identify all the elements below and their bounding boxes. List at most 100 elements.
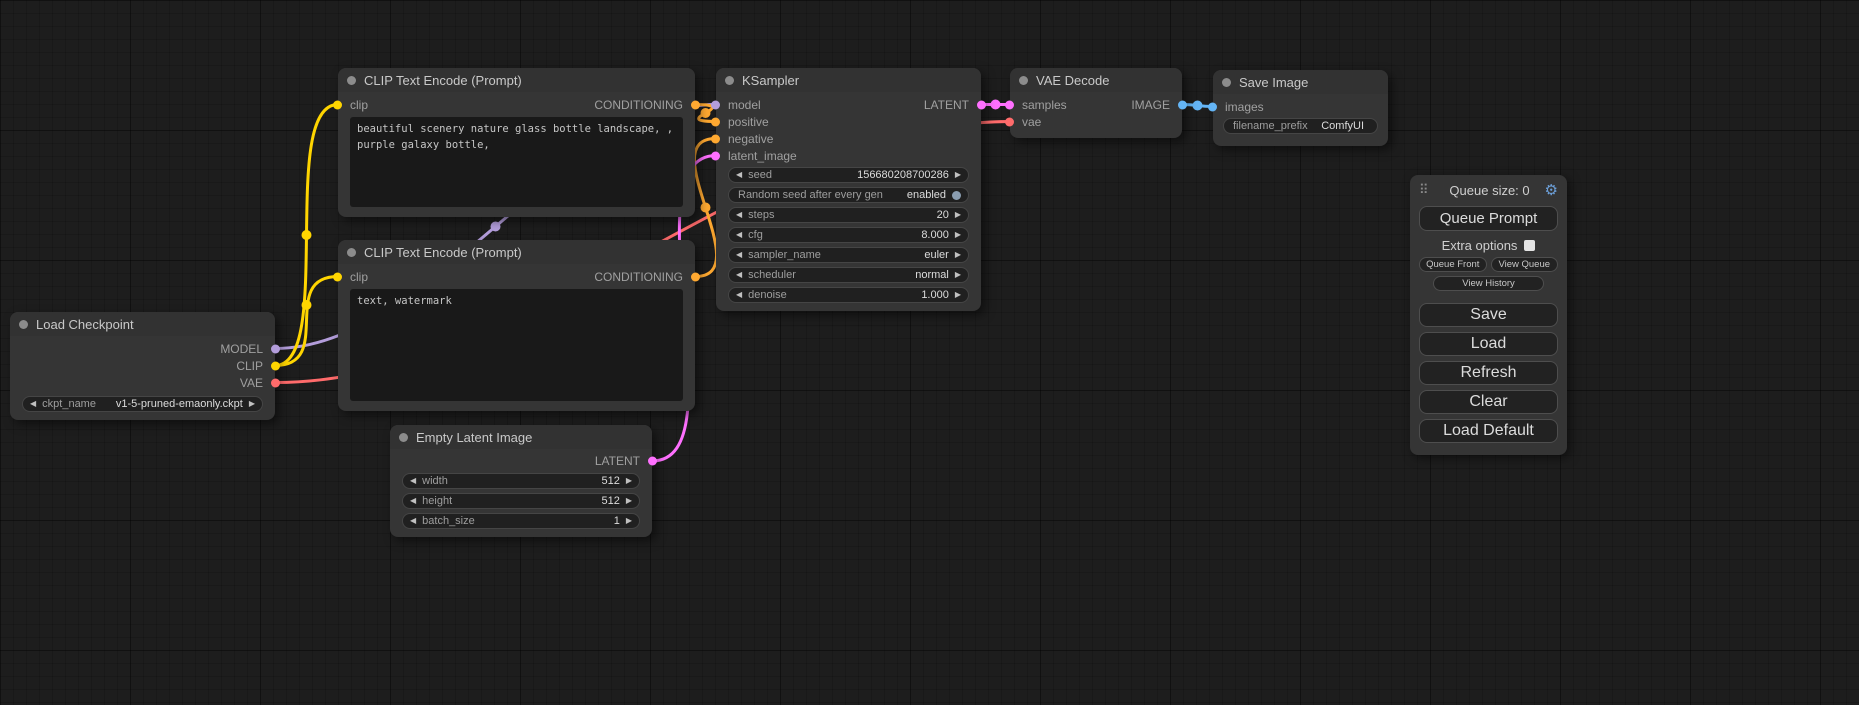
node-load-checkpoint[interactable]: Load Checkpoint MODEL CLIP VAE ◀ ckpt_na… [10,312,275,420]
output-label-image: IMAGE [1131,98,1170,112]
arrow-right-icon[interactable]: ▶ [626,517,632,525]
widget-width[interactable]: ◀ width 512 ▶ [402,473,640,489]
node-save-image[interactable]: Save Image images filename_prefix ComfyU… [1213,70,1388,146]
save-button[interactable]: Save [1419,303,1558,327]
widget-seed[interactable]: ◀ seed 156680208700286 ▶ [728,167,969,183]
output-slot-latent[interactable] [977,100,986,109]
node-ksampler[interactable]: KSampler model LATENT positive negative … [716,68,981,311]
arrow-right-icon[interactable]: ▶ [626,477,632,485]
output-slot-conditioning[interactable] [691,100,700,109]
node-title-bar[interactable]: VAE Decode [1010,68,1182,92]
queue-front-button[interactable]: Queue Front [1419,257,1487,272]
widget-scheduler[interactable]: ◀ scheduler normal ▶ [728,267,969,283]
widget-sampler-name[interactable]: ◀ sampler_name euler ▶ [728,247,969,263]
node-vae-decode[interactable]: VAE Decode samples IMAGE vae [1010,68,1182,138]
output-slot-image[interactable] [1178,100,1187,109]
input-slot-negative[interactable] [711,134,720,143]
collapse-dot[interactable] [399,433,408,442]
link-clip-negative [275,277,338,366]
collapse-dot[interactable] [19,320,28,329]
arrow-left-icon[interactable]: ◀ [736,171,742,179]
arrow-left-icon[interactable]: ◀ [736,211,742,219]
node-title: Save Image [1239,75,1308,90]
collapse-dot[interactable] [1019,76,1028,85]
input-slot-images[interactable] [1208,102,1217,111]
node-clip-text-encode-positive[interactable]: CLIP Text Encode (Prompt) clip CONDITION… [338,68,695,217]
collapse-dot[interactable] [347,76,356,85]
node-title-bar[interactable]: Load Checkpoint [10,312,275,336]
arrow-right-icon[interactable]: ▶ [626,497,632,505]
prompt-textarea[interactable]: text, watermark [350,289,683,401]
node-clip-text-encode-negative[interactable]: CLIP Text Encode (Prompt) clip CONDITION… [338,240,695,411]
view-queue-button[interactable]: View Queue [1491,257,1559,272]
slot-row: latent_image [716,147,981,164]
node-empty-latent-image[interactable]: Empty Latent Image LATENT ◀ width 512 ▶ … [390,425,652,537]
arrow-left-icon[interactable]: ◀ [736,271,742,279]
arrow-right-icon[interactable]: ▶ [955,291,961,299]
arrow-left-icon[interactable]: ◀ [410,477,416,485]
extra-options-checkbox[interactable] [1524,240,1535,251]
widget-random-seed[interactable]: Random seed after every gen enabled [728,187,969,203]
arrow-left-icon[interactable]: ◀ [410,497,416,505]
arrow-left-icon[interactable]: ◀ [410,517,416,525]
input-slot-clip[interactable] [333,272,342,281]
widget-value: enabled [889,189,946,201]
input-slot-model[interactable] [711,100,720,109]
arrow-right-icon[interactable]: ▶ [955,251,961,259]
input-slot-samples[interactable] [1005,100,1014,109]
widget-steps[interactable]: ◀ steps 20 ▶ [728,207,969,223]
input-slot-vae[interactable] [1005,117,1014,126]
widget-label: sampler_name [748,249,821,261]
clear-button[interactable]: Clear [1419,390,1558,414]
node-title-bar[interactable]: CLIP Text Encode (Prompt) [338,68,695,92]
output-slot-conditioning[interactable] [691,272,700,281]
load-button[interactable]: Load [1419,332,1558,356]
input-slot-clip[interactable] [333,100,342,109]
random-seed-toggle[interactable] [952,191,961,200]
slot-row: LATENT [390,453,652,469]
collapse-dot[interactable] [347,248,356,257]
arrow-right-icon[interactable]: ▶ [955,171,961,179]
arrow-left-icon[interactable]: ◀ [736,231,742,239]
node-title-bar[interactable]: CLIP Text Encode (Prompt) [338,240,695,264]
collapse-dot[interactable] [725,76,734,85]
input-label-clip: clip [350,270,368,284]
slot-row: clip CONDITIONING [338,268,695,285]
collapse-dot[interactable] [1222,78,1231,87]
output-slot-clip[interactable] [271,361,280,370]
load-default-button[interactable]: Load Default [1419,419,1558,443]
input-slot-latent-image[interactable] [711,151,720,160]
node-title: CLIP Text Encode (Prompt) [364,73,522,88]
widget-value: v1-5-pruned-emaonly.ckpt [102,398,243,410]
node-title-bar[interactable]: Save Image [1213,70,1388,94]
arrow-left-icon[interactable]: ◀ [736,251,742,259]
arrow-right-icon[interactable]: ▶ [955,231,961,239]
refresh-button[interactable]: Refresh [1419,361,1558,385]
arrow-right-icon[interactable]: ▶ [955,271,961,279]
input-slot-positive[interactable] [711,117,720,126]
arrow-left-icon[interactable]: ◀ [736,291,742,299]
widget-cfg[interactable]: ◀ cfg 8.000 ▶ [728,227,969,243]
settings-gear-icon[interactable]: ⚙ [1545,181,1558,199]
output-slot-vae[interactable] [271,378,280,387]
widget-filename-prefix[interactable]: filename_prefix ComfyUI [1223,118,1378,134]
queue-prompt-button[interactable]: Queue Prompt [1419,206,1558,231]
queue-size-label: Queue size: 0 [1435,183,1545,198]
widget-denoise[interactable]: ◀ denoise 1.000 ▶ [728,287,969,303]
arrow-left-icon[interactable]: ◀ [30,400,36,408]
widget-batch-size[interactable]: ◀ batch_size 1 ▶ [402,513,640,529]
widget-ckpt-name[interactable]: ◀ ckpt_name v1-5-pruned-emaonly.ckpt ▶ [22,396,263,412]
output-slot-model[interactable] [271,344,280,353]
slot-row: VAE [10,374,275,391]
node-title-bar[interactable]: Empty Latent Image [390,425,652,449]
widget-height[interactable]: ◀ height 512 ▶ [402,493,640,509]
drag-handle-icon[interactable]: ⠿ [1419,182,1429,198]
node-title-bar[interactable]: KSampler [716,68,981,92]
output-slot-latent[interactable] [648,457,657,466]
input-label-latent-image: latent_image [728,149,797,163]
prompt-textarea[interactable]: beautiful scenery nature glass bottle la… [350,117,683,207]
output-label-model: MODEL [220,342,263,356]
view-history-button[interactable]: View History [1433,276,1544,291]
arrow-right-icon[interactable]: ▶ [249,400,255,408]
arrow-right-icon[interactable]: ▶ [955,211,961,219]
